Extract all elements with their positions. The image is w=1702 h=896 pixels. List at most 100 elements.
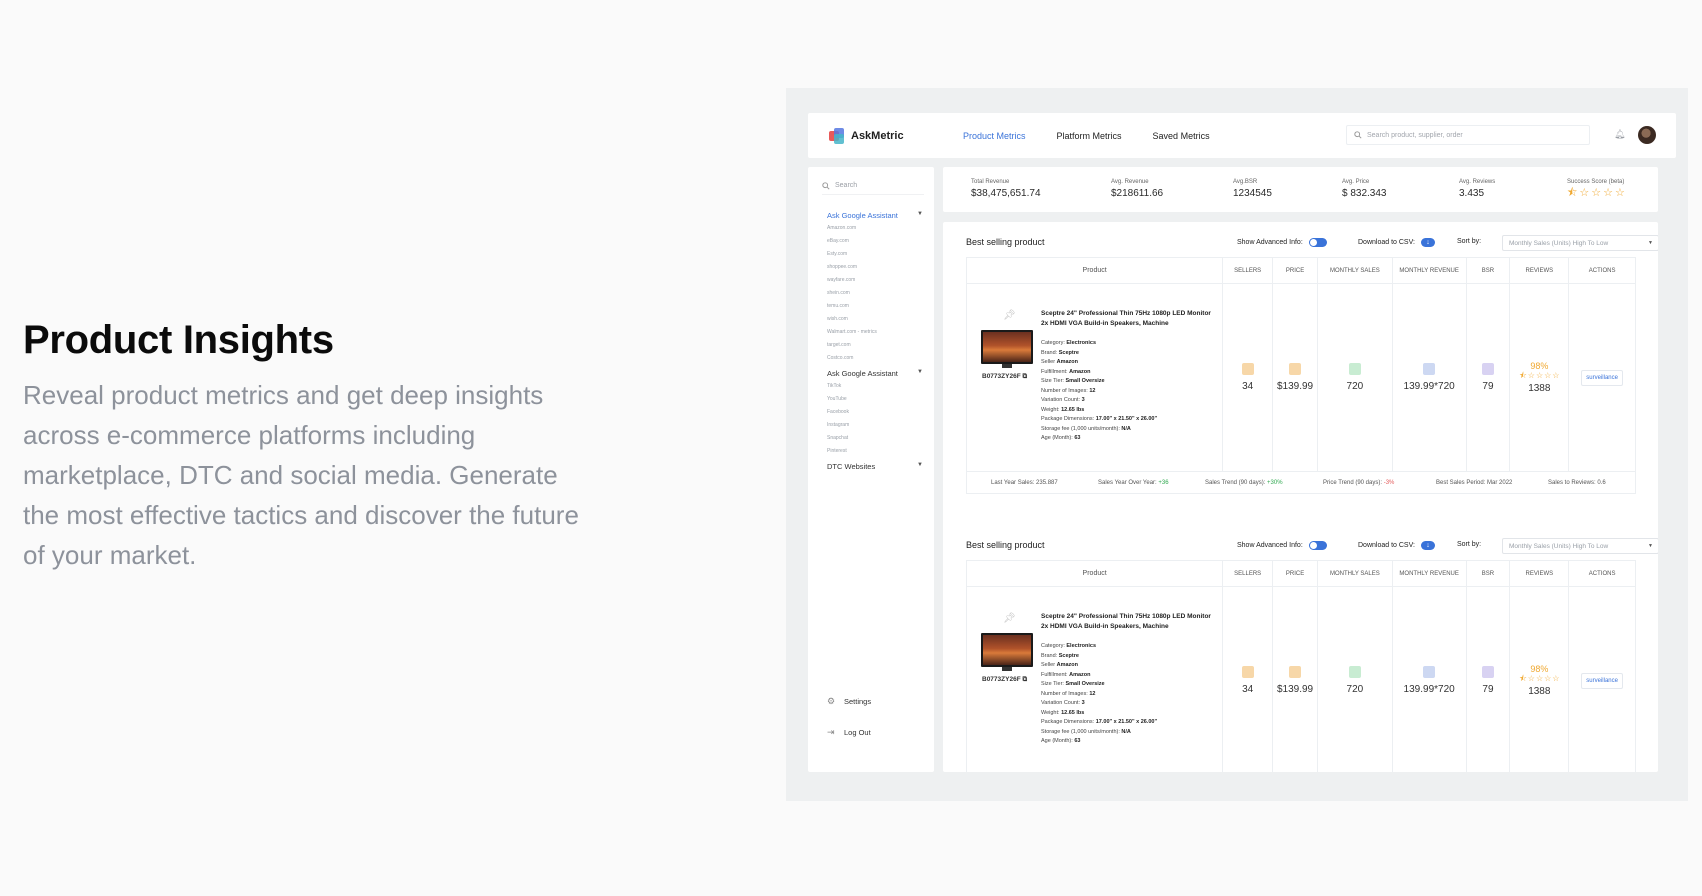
- star-half-icon: ⯪: [1519, 674, 1527, 683]
- detail-key: Seller: [1041, 359, 1056, 365]
- logout-button[interactable]: ⇥ Log Out: [827, 727, 871, 738]
- column-header[interactable]: SELLERS: [1223, 561, 1274, 586]
- surveillance-button[interactable]: surveillance: [1581, 369, 1623, 386]
- sales-yoy-label: Sales Year Over Year:: [1098, 479, 1157, 486]
- detail-value: Electronics: [1066, 340, 1097, 346]
- column-header[interactable]: BSR: [1467, 561, 1511, 586]
- column-header[interactable]: MONTHLY SALES: [1318, 258, 1393, 283]
- sales-trend-value: +30%: [1267, 479, 1283, 486]
- product-table: Product SELLERS PRICE MONTHLY SALES MONT…: [966, 257, 1636, 472]
- sidebar-item-tiktok[interactable]: TikTok: [827, 383, 841, 389]
- sidebar-item-snapchat[interactable]: Snapchat: [827, 435, 848, 441]
- detail-row: Size Tier: Small Oversize: [1041, 680, 1157, 690]
- sidebar-item-walmart[interactable]: Walmart.com - metrics: [827, 329, 877, 335]
- sidebar-item-shoppee[interactable]: shoppee.com: [827, 264, 857, 270]
- global-search-input[interactable]: Search product, supplier, order: [1346, 125, 1590, 145]
- sidebar-search-input[interactable]: Search: [822, 177, 924, 195]
- sidebar-item-costco[interactable]: Costco.com: [827, 355, 853, 361]
- sort-select[interactable]: Monthly Sales (Units) High To Low ▼: [1502, 538, 1658, 554]
- column-header[interactable]: MONTHLY REVENUE: [1393, 258, 1467, 283]
- sidebar-item-youtube[interactable]: YouTube: [827, 396, 847, 402]
- app-logo[interactable]: AskMetric: [829, 127, 963, 144]
- column-header[interactable]: ACTIONS: [1569, 561, 1635, 586]
- column-header[interactable]: REVIEWS: [1510, 258, 1570, 283]
- settings-button[interactable]: ⚙ Settings: [827, 696, 871, 707]
- bell-icon[interactable]: 🔔︎: [1614, 129, 1625, 140]
- product-image[interactable]: [981, 633, 1033, 667]
- sidebar-item-amazon[interactable]: Amazon.com: [827, 225, 856, 231]
- column-header[interactable]: SELLERS: [1223, 258, 1274, 283]
- sales-trend-label: Sales Trend (90 days):: [1205, 479, 1266, 486]
- product-title[interactable]: Sceptre 24" Professional Thin 75Hz 1080p…: [1041, 309, 1211, 329]
- detail-key: Package Dimensions:: [1041, 719, 1095, 725]
- sidebar-item-wish[interactable]: wish.com: [827, 316, 848, 322]
- detail-row: Storage fee (1,000 units/month): N/A: [1041, 425, 1157, 435]
- avatar[interactable]: [1638, 126, 1656, 144]
- column-header[interactable]: Product: [967, 258, 1224, 283]
- product-sku-link[interactable]: B0773ZY26F ⧉: [982, 676, 1027, 684]
- external-link-icon: ⧉: [1022, 373, 1028, 380]
- sidebar-item-esty[interactable]: Esty.com: [827, 251, 847, 257]
- detail-value: 63: [1074, 435, 1081, 441]
- advanced-info-toggle[interactable]: [1308, 238, 1327, 247]
- advanced-info-toggle[interactable]: [1308, 541, 1327, 550]
- search-placeholder: Search product, supplier, order: [1367, 131, 1463, 139]
- column-header[interactable]: Product: [967, 561, 1224, 586]
- pin-icon[interactable]: 📌︎: [1003, 310, 1016, 321]
- sidebar-group-social[interactable]: Ask Google Assistant ▼: [827, 369, 923, 378]
- tab-platform-metrics[interactable]: Platform Metrics: [1057, 131, 1122, 141]
- csv-label: Download to CSV:: [1358, 239, 1415, 246]
- search-icon: [822, 181, 830, 190]
- star-icon: ☆: [1579, 187, 1590, 199]
- cloud-download-icon[interactable]: ↓: [1420, 238, 1435, 247]
- tab-product-metrics[interactable]: Product Metrics: [963, 131, 1026, 141]
- column-header[interactable]: MONTHLY SALES: [1318, 561, 1393, 586]
- review-percent: 98%: [1530, 664, 1549, 674]
- sidebar-item-pinterest[interactable]: Pinterest: [827, 448, 847, 454]
- stat-value: $ 832.343: [1342, 188, 1387, 199]
- table-header: Product SELLERS PRICE MONTHLY SALES MONT…: [967, 561, 1635, 587]
- stat-success-score: Success Score (beta) ⯪ ☆ ☆ ☆ ☆: [1567, 179, 1625, 199]
- sidebar-item-ebay[interactable]: eBay.com: [827, 238, 849, 244]
- sidebar-item-instagram[interactable]: Instagram: [827, 422, 849, 428]
- star-icon: ☆: [1544, 371, 1552, 380]
- stat-avg-bsr: Avg.BSR 1234545: [1233, 179, 1272, 199]
- product-details: Category: Electronics Brand: Sceptre Sel…: [1041, 642, 1157, 747]
- detail-key: Age (Month):: [1041, 738, 1073, 744]
- detail-row: Age (Month): 63: [1041, 434, 1157, 444]
- chevron-down-icon: ▼: [1648, 543, 1653, 549]
- column-header[interactable]: REVIEWS: [1510, 561, 1570, 586]
- sidebar-item-target[interactable]: target.com: [827, 342, 851, 348]
- price-chart-icon: [1289, 666, 1302, 678]
- tab-saved-metrics[interactable]: Saved Metrics: [1153, 131, 1210, 141]
- detail-row: Category: Electronics: [1041, 642, 1157, 652]
- sidebar-item-shein[interactable]: shein.com: [827, 290, 850, 296]
- card-title: Best selling product: [966, 540, 1045, 550]
- column-header[interactable]: PRICE: [1273, 561, 1318, 586]
- sidebar-group-dtc[interactable]: DTC Websites ▼: [827, 462, 923, 471]
- sort-select[interactable]: Monthly Sales (Units) High To Low ▼: [1502, 235, 1658, 251]
- column-header[interactable]: PRICE: [1273, 258, 1318, 283]
- product-table: Product SELLERS PRICE MONTHLY SALES MONT…: [966, 560, 1636, 772]
- column-header[interactable]: BSR: [1467, 258, 1511, 283]
- product-image[interactable]: [981, 330, 1033, 364]
- main-nav: Product Metrics Platform Metrics Saved M…: [963, 131, 1241, 141]
- detail-row: Weight: 12.65 lbs: [1041, 406, 1157, 416]
- sidebar-item-temu[interactable]: temu.com: [827, 303, 849, 309]
- detail-value: Amazon: [1056, 662, 1078, 668]
- sidebar-item-facebook[interactable]: Facebook: [827, 409, 849, 415]
- sidebar-group-label: Ask Google Assistant: [827, 211, 898, 220]
- product-sku-link[interactable]: B0773ZY26F ⧉: [982, 373, 1027, 381]
- card-header: Best selling product Show Advanced Info:…: [966, 235, 1658, 251]
- product-title[interactable]: Sceptre 24" Professional Thin 75Hz 1080p…: [1041, 612, 1211, 632]
- hero-description: Reveal product metrics and get deep insi…: [23, 380, 579, 570]
- column-header[interactable]: MONTHLY REVENUE: [1393, 561, 1467, 586]
- surveillance-button[interactable]: surveillance: [1581, 672, 1623, 689]
- cloud-download-icon[interactable]: ↓: [1420, 541, 1435, 550]
- sales-summary-footer: Last Year Sales: 235.887 Sales Year Over…: [966, 472, 1636, 494]
- detail-row: Size Tier: Small Oversize: [1041, 377, 1157, 387]
- sidebar-item-wayfare[interactable]: wayfare.com: [827, 277, 855, 283]
- sidebar-group-marketplaces[interactable]: Ask Google Assistant ▼: [827, 211, 923, 220]
- column-header[interactable]: ACTIONS: [1569, 258, 1635, 283]
- pin-icon[interactable]: 📌︎: [1003, 613, 1016, 624]
